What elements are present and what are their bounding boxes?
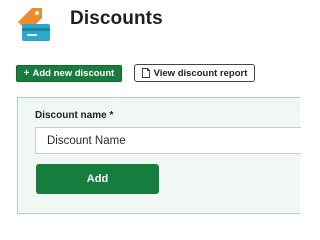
page-title: Discounts bbox=[70, 8, 163, 29]
discount-name-label: Discount name * bbox=[35, 110, 114, 121]
view-discount-report-button[interactable]: View discount report bbox=[134, 64, 255, 82]
discount-tag-icon bbox=[14, 4, 54, 44]
add-new-discount-label: Add new discount bbox=[32, 68, 115, 79]
add-button[interactable]: Add bbox=[36, 164, 159, 194]
plus-icon: + bbox=[23, 67, 30, 79]
discounts-page: Discounts + Add new discount View discou… bbox=[0, 0, 301, 238]
view-discount-report-label: View discount report bbox=[153, 67, 248, 79]
discount-name-input[interactable] bbox=[35, 127, 301, 154]
page-header: Discounts bbox=[0, 0, 300, 50]
document-icon bbox=[141, 68, 150, 78]
add-discount-form: Discount name * Add bbox=[17, 97, 301, 214]
add-new-discount-button[interactable]: + Add new discount bbox=[16, 65, 122, 82]
